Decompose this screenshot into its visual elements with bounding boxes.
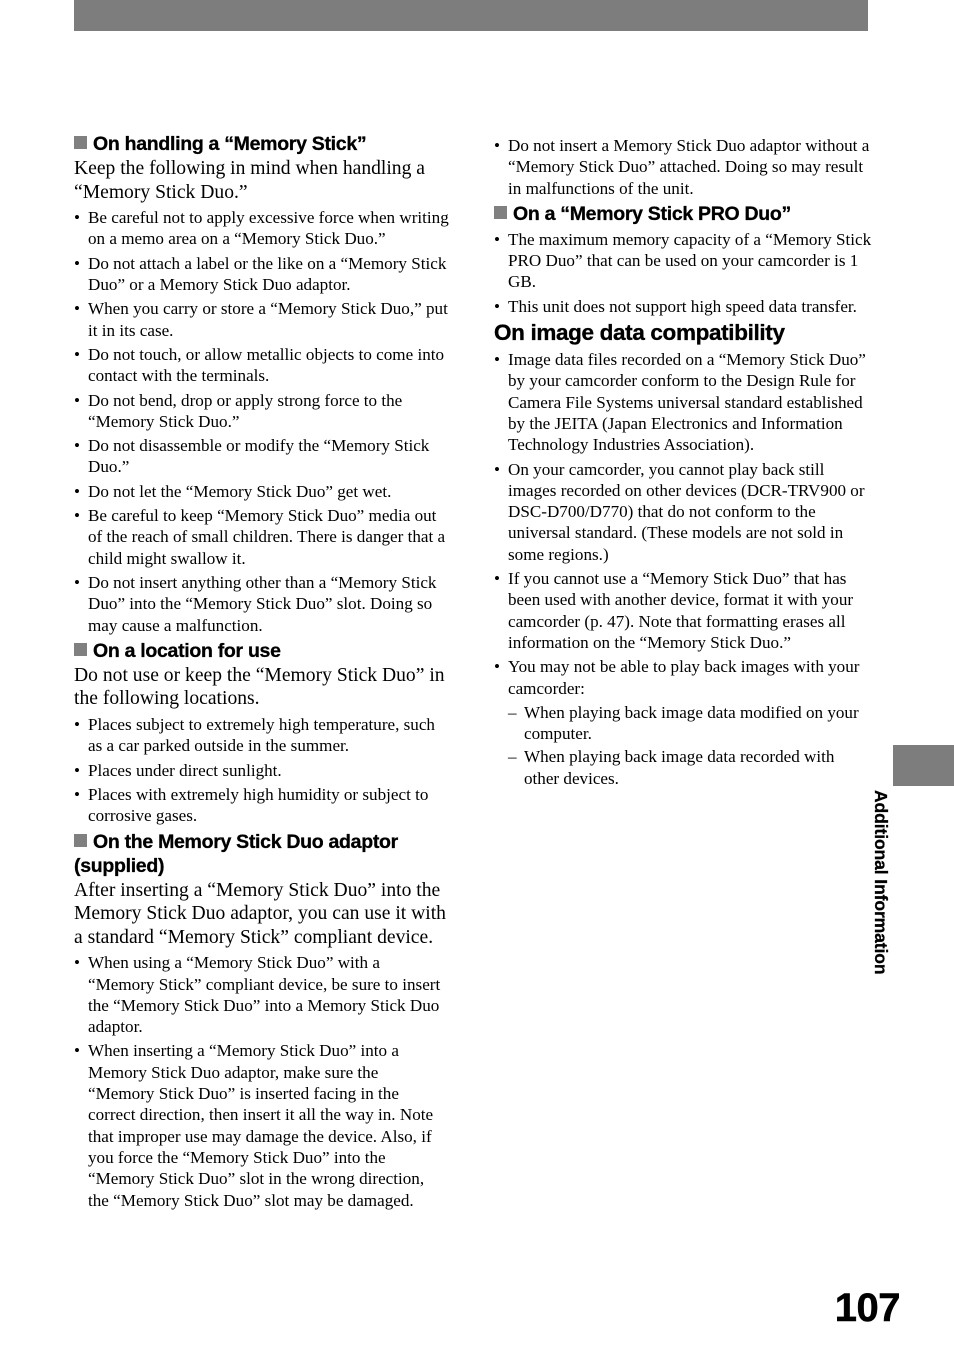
list-item: • Places subject to extremely high temper… [74,714,449,757]
list-item: • When using a “Memory Stick Duo” with a … [74,952,449,1037]
right-column: • Do not insert a Memory Stick Duo adapto… [494,132,872,791]
subheading-label: On the Memory Stick Duo adaptor (supplie… [74,830,399,877]
bullet-marker-icon: • [74,344,80,364]
dash-marker-icon: – [508,747,517,767]
list-item-text: Do not bend, drop or apply strong force … [88,390,403,431]
dash-list: – When playing back image data modified o… [494,702,872,789]
bullet-list: • The maximum memory capacity of a “Memor… [494,229,872,317]
square-bullet-icon [74,642,87,656]
list-item: • Do not let the “Memory Stick Duo” get w… [74,481,449,502]
list-item-text: Do not insert a Memory Stick Duo adaptor… [508,136,870,198]
list-item: • You may not be able to play back images… [494,656,872,699]
list-item-text: Image data files recorded on a “Memory S… [508,350,866,455]
list-item: • When inserting a “Memory Stick Duo” int… [74,1040,449,1210]
bullet-list: • When using a “Memory Stick Duo” with a … [74,952,449,1211]
bullet-marker-icon: • [74,760,80,780]
list-item-text: On your camcorder, you cannot play back … [508,459,865,564]
list-item-text: Do not insert anything other than a “Mem… [88,572,437,635]
list-item-text: When inserting a “Memory Stick Duo” into… [88,1041,434,1210]
bullet-list: • Places subject to extremely high temper… [74,714,449,826]
subheading-label: On handling a “Memory Stick” [93,133,367,155]
list-item-text: Be careful not to apply excessive force … [88,208,449,249]
bullet-marker-icon: • [74,436,80,456]
list-item: • Do not insert anything other than a “Me… [74,572,449,636]
bullet-marker-icon: • [74,481,80,501]
list-item-text: Places with extremely high humidity or s… [88,784,429,826]
bullet-marker-icon: • [494,569,500,589]
list-item-text: When playing back image data recorded wi… [524,747,835,788]
lead-paragraph: After inserting a “Memory Stick Duo” int… [74,879,446,948]
bullet-marker-icon: • [494,296,500,316]
bullet-list: • Do not insert a Memory Stick Duo adapto… [494,135,872,199]
bullet-marker-icon: • [494,657,500,677]
list-item: • Image data files recorded on a “Memory … [494,349,872,455]
subheading-on-a-location-for-use: On a location for use [74,639,449,663]
list-item: – When playing back image data modified o… [508,702,872,745]
page-content: On handling a “Memory Stick” Keep the fol… [0,0,954,1357]
list-item: – When playing back image data recorded w… [508,746,872,789]
list-item: • Be careful to keep “Memory Stick Duo” m… [74,505,449,569]
lead-paragraph: Do not use or keep the “Memory Stick Duo… [74,664,445,710]
list-item-text: You may not be able to play back images … [508,657,860,698]
bullet-marker-icon: • [74,715,80,735]
list-item-text: Do not disassemble or modify the “Memory… [88,436,430,477]
bullet-marker-icon: • [74,1041,80,1061]
subheading-on-a-memory-stick-pro-duo: On a “Memory Stick PRO Duo” [494,202,872,226]
list-item-text: Do not let the “Memory Stick Duo” get we… [88,481,392,501]
list-item-text: The maximum memory capacity of a “Memory… [508,229,872,292]
bullet-marker-icon: • [494,229,500,249]
page-number: 107 [834,1286,900,1330]
list-item: • Do not attach a label or the like on a … [74,253,449,296]
bullet-marker-icon: • [74,299,80,319]
left-column: On handling a “Memory Stick” Keep the fol… [74,132,449,1214]
list-item-text: When playing back image data modified on… [524,702,859,744]
list-item: • Do not disassemble or modify the “Memor… [74,435,449,478]
subheading-on-handling-a-memory-stick: On handling a “Memory Stick” [74,132,449,156]
bullet-marker-icon: • [74,953,80,973]
list-item: • Places with extremely high humidity or … [74,784,449,827]
list-item: • Do not insert a Memory Stick Duo adapto… [494,135,872,199]
square-bullet-icon [74,833,87,847]
bullet-marker-icon: • [74,572,80,592]
section-thumb-tab [893,745,954,786]
subheading-on-the-memory-stick-duo-adaptor-supplied: On the Memory Stick Duo adaptor (supplie… [74,830,449,878]
list-item-text: Be careful to keep “Memory Stick Duo” me… [88,506,446,568]
section-heading-on-image-data-compatibility: On image data compatibility [494,320,785,346]
list-item-text: When you carry or store a “Memory Stick … [88,299,448,340]
bullet-marker-icon: • [494,350,500,370]
list-item: • On your camcorder, you cannot play back… [494,459,872,565]
bullet-marker-icon: • [494,136,500,155]
list-item-text: Places under direct sunlight. [88,760,282,780]
subheading-label: On a location for use [93,639,281,662]
list-item: • This unit does not support high speed d… [494,296,872,317]
lead-paragraph: Keep the following in mind when handling… [74,158,425,203]
bullet-marker-icon: • [74,784,80,804]
dash-marker-icon: – [508,702,517,722]
subheading-label: On a “Memory Stick PRO Duo” [513,202,792,225]
bullet-list: • Be careful not to apply excessive force… [74,207,449,636]
list-item-text: This unit does not support high speed da… [508,296,857,316]
list-item: • Do not bend, drop or apply strong force… [74,390,449,433]
list-item: • The maximum memory capacity of a “Memor… [494,229,872,293]
list-item-text: Do not touch, or allow metallic objects … [88,344,445,386]
bullet-list: • Image data files recorded on a “Memory … [494,349,872,699]
list-item-text: Places subject to extremely high tempera… [88,715,435,756]
list-item-text: When using a “Memory Stick Duo” with a “… [88,953,441,1037]
list-item-text: If you cannot use a “Memory Stick Duo” t… [508,569,854,652]
list-item-text: Do not attach a label or the like on a “… [88,253,447,295]
list-item: • Do not touch, or allow metallic objects… [74,344,449,387]
list-item: • Places under direct sunlight. [74,760,449,781]
square-bullet-icon [494,205,507,219]
bullet-marker-icon: • [74,506,80,526]
section-thumb-tab-label: Additional Information [871,790,891,975]
list-item: • If you cannot use a “Memory Stick Duo” … [494,568,872,653]
square-bullet-icon [74,136,87,149]
list-item: • When you carry or store a “Memory Stick… [74,298,449,341]
bullet-marker-icon: • [74,390,80,410]
bullet-marker-icon: • [74,253,80,273]
list-item: • Be careful not to apply excessive force… [74,207,449,250]
bullet-marker-icon: • [494,459,500,479]
bullet-marker-icon: • [74,208,80,228]
